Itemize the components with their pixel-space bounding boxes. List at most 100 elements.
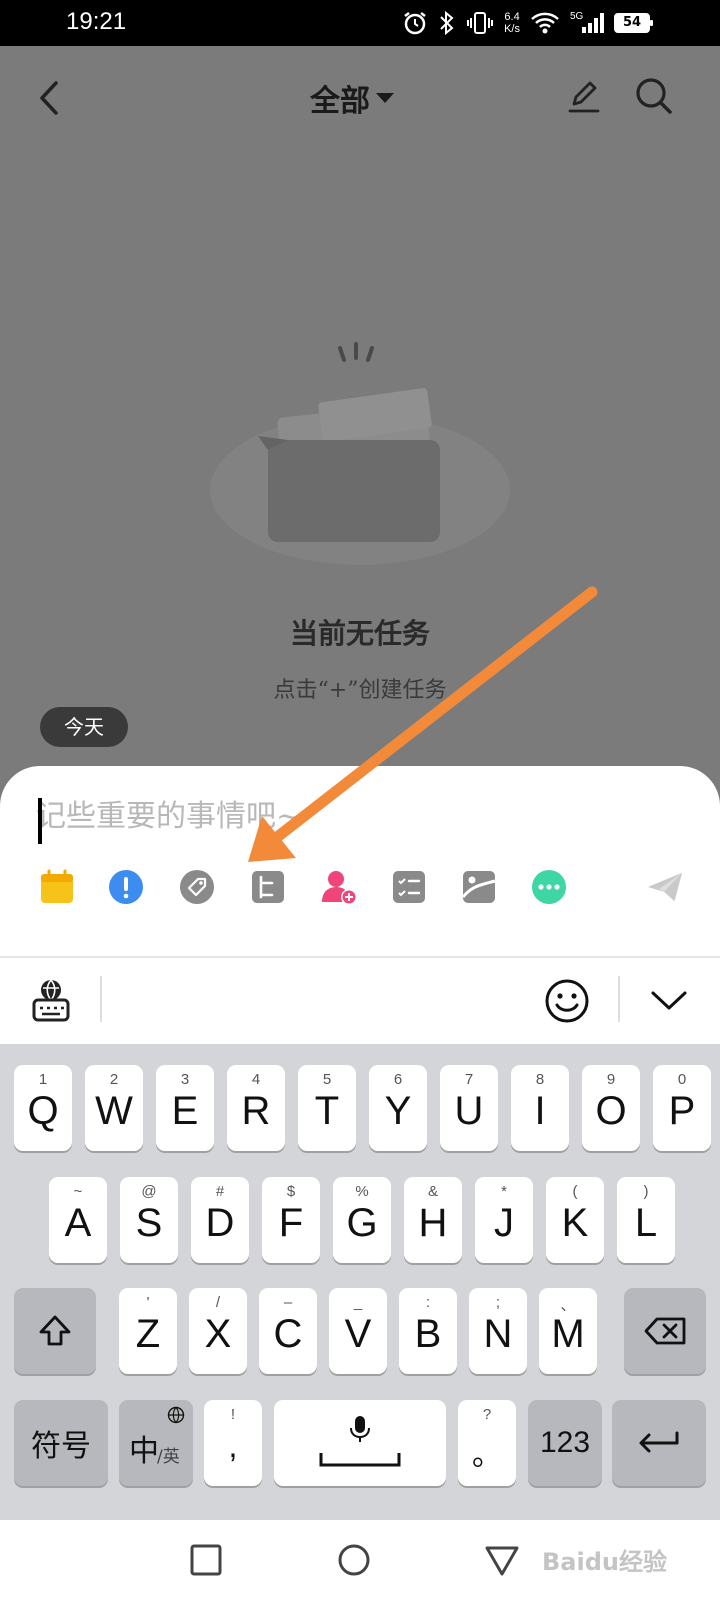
home-icon[interactable]	[336, 1542, 372, 1578]
assign-user-button[interactable]	[320, 868, 358, 906]
backspace-key[interactable]	[624, 1288, 706, 1374]
backspace-icon	[644, 1317, 686, 1345]
key-label: Z	[135, 1312, 161, 1356]
key-hint: 7	[464, 1071, 474, 1088]
key-u[interactable]: 7U	[440, 1065, 498, 1151]
keyboard-toolbar	[0, 958, 720, 1044]
chevron-down-icon[interactable]	[650, 990, 688, 1012]
space-key[interactable]	[274, 1400, 446, 1486]
key-t[interactable]: 5T	[298, 1065, 356, 1151]
priority-button[interactable]	[107, 868, 145, 906]
search-icon[interactable]	[634, 76, 674, 116]
send-icon	[647, 872, 683, 902]
empty-box-illustration	[210, 342, 510, 565]
key-label: M	[551, 1312, 585, 1356]
language-sub-label: /英	[157, 1447, 180, 1467]
key-s[interactable]: @ S	[120, 1177, 178, 1263]
key-w[interactable]: 2W	[85, 1065, 143, 1151]
key-hint: %	[355, 1183, 369, 1200]
key-hint: &	[427, 1183, 438, 1200]
send-button[interactable]	[646, 868, 684, 906]
key-hint: 5	[322, 1071, 332, 1088]
key-hint: :	[425, 1294, 431, 1311]
key-d[interactable]: # D	[191, 1177, 249, 1263]
more-button[interactable]	[530, 868, 568, 906]
empty-state-title: 当前无任务	[289, 617, 430, 650]
key-label: D	[205, 1201, 235, 1245]
key-hint: 9	[606, 1071, 616, 1088]
period-key[interactable]: ?。	[458, 1400, 516, 1486]
wifi-icon	[531, 12, 559, 34]
key-hint: (	[572, 1183, 578, 1200]
navigation-bar: Baidu经验	[0, 1520, 720, 1600]
status-time: 19:21	[66, 8, 127, 35]
keyboard-settings-icon[interactable]	[30, 978, 72, 1022]
comma-key[interactable]: !,	[204, 1400, 262, 1486]
key-label: P	[668, 1089, 696, 1133]
date-pill[interactable]: 今天	[40, 707, 128, 747]
language-switch-key[interactable]: 中 /英	[119, 1400, 193, 1486]
numbers-key[interactable]: 123	[528, 1400, 602, 1486]
key-a[interactable]: ~ A	[49, 1177, 107, 1263]
back-triangle-icon[interactable]	[484, 1542, 520, 1578]
status-icons: 6.4 K/s 5G 54	[402, 8, 653, 38]
subtask-button[interactable]	[249, 868, 287, 906]
key-hint: !	[230, 1406, 236, 1423]
emoji-icon[interactable]	[544, 978, 590, 1024]
key-p[interactable]: 0P	[653, 1065, 711, 1151]
key-e[interactable]: 3E	[156, 1065, 214, 1151]
toolbar-separator	[618, 976, 620, 1022]
key-x[interactable]: / X	[189, 1288, 247, 1374]
key-hint: @	[141, 1183, 157, 1200]
pencil-icon[interactable]	[566, 78, 602, 114]
key-o[interactable]: 9O	[582, 1065, 640, 1151]
key-label: ,	[228, 1428, 238, 1464]
key-k[interactable]: (K	[546, 1177, 604, 1263]
recents-icon[interactable]	[188, 1542, 224, 1578]
keyboard: 1Q 2W 3E 4R 5T 6Y 7U 8I 9O 0P ~ A @ S # D $…	[0, 1044, 720, 1520]
image-button[interactable]	[460, 868, 498, 906]
symbols-key[interactable]: 符号	[14, 1400, 108, 1486]
alarm-icon	[404, 12, 426, 35]
key-hint: 1	[38, 1071, 48, 1088]
network-speed: 6.4 K/s	[504, 11, 520, 35]
key-l[interactable]: ) L	[617, 1177, 675, 1263]
key-label: C	[273, 1312, 303, 1356]
key-z[interactable]: ' Z	[119, 1288, 177, 1374]
enter-key[interactable]	[612, 1400, 706, 1486]
empty-state-hint: 点击“+”创建任务	[273, 678, 447, 703]
checklist-button[interactable]	[390, 868, 428, 906]
key-h[interactable]: & H	[404, 1177, 462, 1263]
key-r[interactable]: 4R	[227, 1065, 285, 1151]
tag-button[interactable]	[178, 868, 216, 906]
subtask-icon	[252, 871, 284, 903]
key-label: Y	[384, 1089, 412, 1133]
key-f[interactable]: $ F	[262, 1177, 320, 1263]
key-label: G	[346, 1201, 378, 1245]
filter-dropdown[interactable]: 全部	[310, 76, 394, 120]
key-hint: ~	[73, 1183, 83, 1200]
key-label: W	[95, 1089, 133, 1133]
task-tools	[0, 868, 720, 912]
chevron-left-icon[interactable]	[36, 80, 64, 116]
key-m[interactable]: 、 M	[539, 1288, 597, 1374]
key-b[interactable]: :B	[399, 1288, 457, 1374]
key-hint: /	[215, 1294, 221, 1311]
key-label: O	[595, 1089, 627, 1133]
calendar-button[interactable]	[38, 868, 76, 906]
task-input[interactable]	[36, 790, 676, 842]
key-c[interactable]: – C	[259, 1288, 317, 1374]
key-y[interactable]: 6Y	[369, 1065, 427, 1151]
key-n[interactable]: ; N	[469, 1288, 527, 1374]
key-hint: 8	[535, 1071, 545, 1088]
key-j[interactable]: * J	[475, 1177, 533, 1263]
key-hint: *	[501, 1183, 507, 1200]
key-g[interactable]: % G	[333, 1177, 391, 1263]
key-v[interactable]: _ V	[329, 1288, 387, 1374]
key-label: H	[418, 1201, 448, 1245]
key-hint: 4	[251, 1071, 261, 1088]
key-q[interactable]: 1Q	[14, 1065, 72, 1151]
shift-key[interactable]	[14, 1288, 96, 1374]
enter-icon	[639, 1431, 679, 1453]
key-i[interactable]: 8I	[511, 1065, 569, 1151]
